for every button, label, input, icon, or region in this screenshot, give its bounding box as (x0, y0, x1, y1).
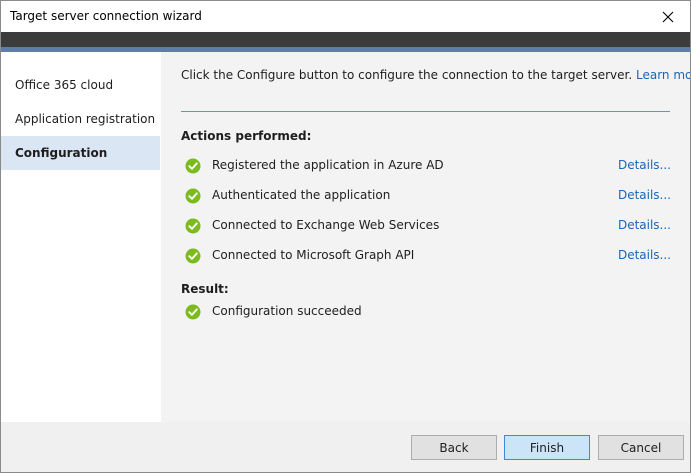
result-row: Configuration succeeded (185, 302, 671, 322)
wizard-window: Target server connection wizard Office 3… (0, 0, 691, 473)
success-check-icon (185, 248, 201, 264)
cancel-button[interactable]: Cancel (598, 435, 684, 460)
details-link[interactable]: Details... (618, 248, 671, 262)
success-check-icon (185, 304, 201, 320)
wizard-footer: Back Finish Cancel (1, 422, 690, 472)
action-label: Connected to Exchange Web Services (212, 218, 440, 232)
sidebar-item-label: Application registration (15, 112, 156, 126)
finish-button[interactable]: Finish (504, 435, 590, 460)
learn-more-link[interactable]: Learn more. (636, 68, 690, 82)
action-label: Registered the application in Azure AD (212, 158, 444, 172)
title-bar: Target server connection wizard (1, 1, 690, 32)
result-label: Configuration succeeded (212, 304, 362, 318)
details-link[interactable]: Details... (618, 158, 671, 172)
intro-description: Click the Configure button to configure … (181, 68, 633, 82)
close-icon (662, 11, 674, 22)
success-check-icon (185, 218, 201, 234)
actions-performed-heading: Actions performed: (181, 129, 312, 143)
action-row: Registered the application in Azure AD D… (185, 156, 671, 176)
sidebar-item-configuration[interactable]: Configuration (1, 136, 160, 170)
success-check-icon (185, 158, 201, 174)
action-row: Connected to Microsoft Graph API Details… (185, 246, 671, 266)
sidebar-item-office-365-cloud[interactable]: Office 365 cloud (1, 68, 160, 102)
action-label: Connected to Microsoft Graph API (212, 248, 415, 262)
result-heading: Result: (181, 282, 229, 296)
details-link[interactable]: Details... (618, 188, 671, 202)
action-row: Authenticated the application Details... (185, 186, 671, 206)
close-button[interactable] (646, 1, 690, 32)
success-check-icon (185, 188, 201, 204)
wizard-steps-sidebar: Office 365 cloud Application registratio… (1, 52, 160, 422)
action-row: Connected to Exchange Web Services Detai… (185, 216, 671, 236)
details-link[interactable]: Details... (618, 218, 671, 232)
header-band (1, 32, 690, 47)
intro-text: Click the Configure button to configure … (181, 68, 690, 82)
configuration-panel: Click the Configure button to configure … (161, 52, 690, 422)
sidebar-item-label: Configuration (15, 146, 108, 160)
divider (181, 111, 670, 112)
window-title: Target server connection wizard (10, 9, 202, 23)
sidebar-item-label: Office 365 cloud (15, 78, 114, 92)
sidebar-item-application-registration[interactable]: Application registration (1, 102, 160, 136)
action-label: Authenticated the application (212, 188, 391, 202)
back-button[interactable]: Back (411, 435, 497, 460)
